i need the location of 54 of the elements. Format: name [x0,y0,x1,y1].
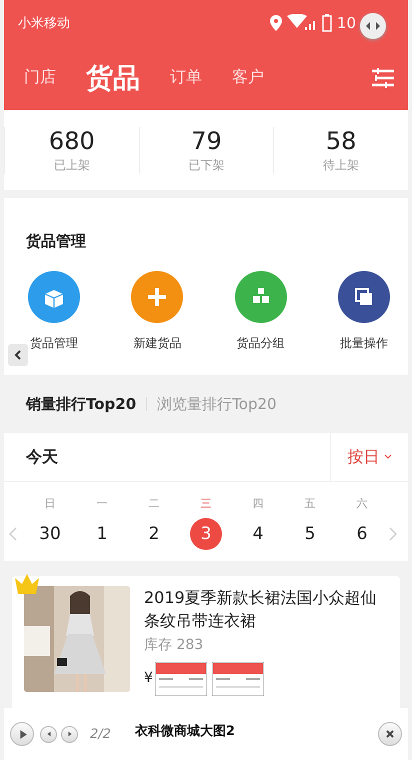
next-icon [66,730,74,738]
stat-value: 79 [191,126,222,154]
day-button[interactable]: 6 [346,518,378,550]
crown-icon [14,572,40,596]
weekday-label: 一 [96,496,108,512]
day-button[interactable]: 1 [86,518,118,550]
stock-count: 库存 283 [144,636,204,654]
weekday-label: 六 [356,496,368,512]
day-button[interactable]: 5 [294,518,326,550]
day-button[interactable]: 2 [138,518,170,550]
weekday-label: 四 [252,496,264,512]
status-time: 10 [336,14,356,32]
page-counter: 2/2 [90,726,111,742]
stat-label: 已下架 [188,156,224,174]
thumbnail-drawing [212,662,264,696]
location-icon [270,14,282,30]
stat-label: 待上架 [323,156,360,174]
day-button[interactable]: 30 [34,518,66,550]
action-button[interactable]: 货品分组 [224,271,297,352]
day-button[interactable]: 3 [190,518,222,550]
period-dropdown[interactable]: 按日 [330,433,408,481]
section-title: 货品管理 [25,231,87,251]
carrier-name: 小米移动 [18,14,70,32]
weekday-label: 日 [44,496,56,512]
thumbnail-drawing [155,662,207,696]
weekday-label: 三 [200,496,212,512]
chevron-left-icon [14,350,22,360]
caret-icon [384,454,392,460]
fullscreen-button[interactable] [360,13,386,39]
close-button[interactable] [378,722,402,746]
stat-value: 58 [326,126,356,154]
signal-icon [286,14,317,32]
image-caption: 衣科微商城大图2 [134,722,235,740]
day-button[interactable]: 4 [242,518,274,550]
next-button[interactable] [61,726,78,742]
play-button[interactable] [10,722,34,746]
action-button[interactable]: 货品管理 [18,271,90,352]
product-price: ¥ [144,670,154,686]
date-title: 今天 [26,446,58,468]
action-button[interactable]: 新建货品 [121,271,194,352]
stat-value: 680 [48,126,95,154]
previous-icon [44,730,52,738]
previous-button[interactable] [40,726,57,742]
ranking-tab[interactable]: 销量排行Top20 [26,394,136,414]
product-title[interactable]: 2019夏季新款长裙法国小众超仙条纹吊带连衣裙 [144,586,388,632]
weekday-label: 二 [148,496,160,512]
filter-menu-icon[interactable] [372,68,394,88]
back-button[interactable] [8,344,28,366]
stat-label: 已上架 [54,156,90,174]
close-icon [385,729,395,739]
battery-icon [322,14,332,32]
expand-icon [365,21,381,31]
weekday-label: 五 [304,496,316,512]
action-button[interactable]: 批量操作 [328,271,400,352]
